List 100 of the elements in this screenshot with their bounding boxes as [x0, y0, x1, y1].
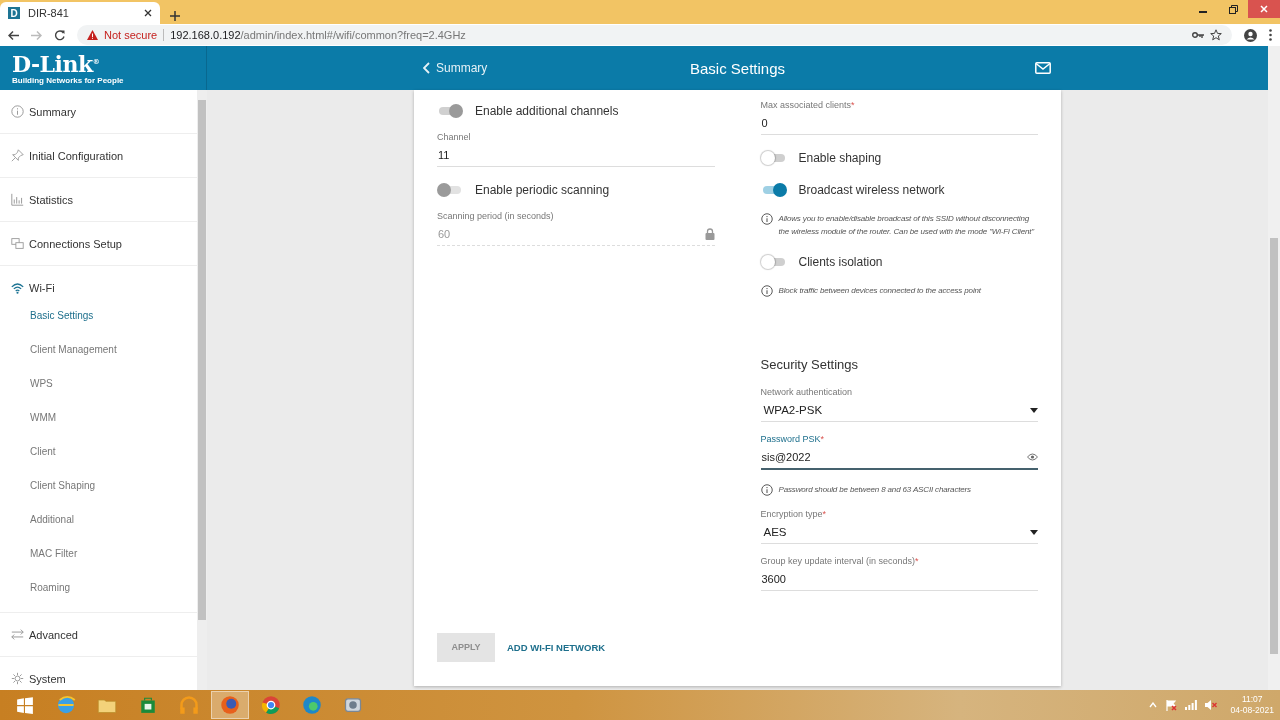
- toggle-switch[interactable]: [760, 254, 787, 270]
- dropdown[interactable]: WPA2-PSK: [760, 399, 1038, 422]
- mail-icon: [1035, 62, 1051, 74]
- chevron-left-icon: [423, 62, 430, 74]
- close-icon: [144, 9, 152, 17]
- clock-time: 11:07: [1241, 694, 1263, 705]
- store-icon: [139, 696, 157, 714]
- add-network-link[interactable]: ADD WI-FI NETWORK: [507, 641, 606, 653]
- hint-text: Allows you to enable/disable broadcast of this SSID without disconnecting the wireless module of the router. Can be used with the mode "Wi-Fi Client": [778, 213, 1036, 238]
- back-arrow-icon: [8, 29, 19, 41]
- section-heading: Security Settings: [760, 357, 860, 372]
- bookmark-button[interactable]: [1210, 29, 1222, 41]
- nav-subitem[interactable]: Basic Settings: [0, 298, 197, 332]
- plus-icon: [170, 11, 180, 21]
- nav-subitem[interactable]: Roaming: [0, 570, 197, 604]
- close-icon: [1260, 5, 1268, 13]
- key-icon: [1192, 31, 1204, 39]
- nav-item[interactable]: Summary: [29, 105, 77, 118]
- menu-button[interactable]: [1269, 29, 1272, 41]
- browser-tab[interactable]: D DIR-841: [0, 2, 160, 24]
- windows-icon: [11, 237, 24, 250]
- field-label: Encryption type*: [760, 508, 828, 521]
- more-icon: [1269, 29, 1272, 41]
- restore-icon: [1228, 4, 1238, 14]
- nav-subitem[interactable]: Additional: [0, 502, 197, 536]
- dropdown[interactable]: AES: [760, 521, 1038, 544]
- toggle-label: Broadcast wireless network: [798, 183, 945, 197]
- hint-text: Block traffic between devices connected to the access point: [778, 285, 981, 297]
- input-field[interactable]: 3600: [760, 568, 1038, 591]
- headphones-icon: [179, 695, 199, 715]
- nav-subitem[interactable]: WMM: [0, 400, 197, 434]
- forward-button[interactable]: [31, 29, 42, 41]
- clock-date: 04-08-2021: [1230, 705, 1274, 716]
- toggle-label: Enable periodic scanning: [475, 183, 610, 197]
- info-icon: [760, 484, 773, 496]
- nav-item[interactable]: Connections Setup: [29, 237, 122, 250]
- field-label: Channel: [437, 131, 472, 144]
- bar-chart-icon: [11, 193, 24, 206]
- sliders-icon: [11, 628, 24, 641]
- hint-text: Password should be between 8 and 63 ASCII characters: [778, 484, 971, 496]
- nav-subitem[interactable]: Client Shaping: [0, 468, 197, 502]
- browser-icon: [56, 695, 76, 715]
- gear-icon: [11, 672, 24, 685]
- reload-icon: [54, 29, 65, 41]
- pin-icon: [11, 149, 24, 162]
- flag-icon: [1164, 699, 1177, 711]
- toggle-label: Clients isolation: [798, 255, 883, 269]
- back-button[interactable]: [8, 29, 19, 41]
- wifi-icon: [11, 281, 24, 295]
- forward-arrow-icon: [31, 29, 42, 41]
- taskbar-button[interactable]: [211, 691, 249, 719]
- nav-item[interactable]: System: [29, 672, 66, 685]
- input-field[interactable]: 11: [437, 144, 715, 167]
- signal-icon: [1184, 700, 1197, 710]
- nav-subitem[interactable]: Client: [0, 434, 197, 468]
- info-icon: [760, 213, 773, 225]
- field-label: Password PSK*: [760, 433, 826, 446]
- eye-icon: [1027, 453, 1038, 461]
- page-title: Basic Settings: [690, 59, 785, 77]
- address-bar[interactable]: Not secure 192.168.0.192/admin/index.html#/wifi/common?freq=2.4GHz: [77, 25, 1232, 45]
- input-field[interactable]: 0: [760, 112, 1038, 135]
- reload-button[interactable]: [54, 29, 65, 41]
- nav-subitem[interactable]: Client Management: [0, 332, 197, 366]
- toggle-switch[interactable]: [760, 150, 787, 166]
- info-icon: [11, 105, 24, 118]
- new-tab-button[interactable]: [170, 11, 180, 21]
- nav-subitem[interactable]: MAC Filter: [0, 536, 197, 570]
- password-field[interactable]: sis@2022: [760, 446, 1038, 470]
- browser-icon: [220, 695, 240, 715]
- logo-name: D-Link$^{®}$: [12, 51, 101, 76]
- nav-item[interactable]: Initial Configuration: [29, 149, 124, 162]
- url-text: 192.168.0.192/admin/index.html#/wifi/common?freq=2.4GHz: [170, 29, 466, 41]
- app-icon: [343, 695, 363, 715]
- browser-icon: [302, 695, 322, 715]
- info-icon: [760, 285, 773, 297]
- logo-tagline: Building Networks for People: [12, 76, 125, 86]
- password-key-button[interactable]: [1192, 31, 1204, 39]
- nav-subitem[interactable]: WPS: [0, 366, 197, 400]
- notifications-button[interactable]: [1035, 62, 1051, 74]
- nav-item[interactable]: Advanced: [29, 628, 78, 641]
- browser-icon: [261, 695, 281, 715]
- star-icon: [1210, 29, 1222, 41]
- caret-icon: [1030, 529, 1038, 535]
- field-label: Network authentication: [760, 386, 854, 399]
- chevron-up-icon: [1148, 702, 1157, 708]
- scrollbar[interactable]: [197, 90, 207, 690]
- field-label: Max associated clients*: [760, 99, 856, 112]
- warning-icon: [87, 30, 98, 40]
- field-label: Scanning period (in seconds): [437, 210, 555, 223]
- lock-icon: [704, 228, 715, 240]
- caret-icon: [1030, 407, 1038, 413]
- security-label: Not secure: [104, 29, 158, 41]
- account-icon: [1244, 28, 1257, 42]
- nav-item[interactable]: Statistics: [29, 193, 73, 206]
- nav-item[interactable]: Wi-Fi: [29, 282, 55, 294]
- scrollbar[interactable]: [1268, 46, 1280, 690]
- profile-button[interactable]: [1244, 28, 1257, 42]
- toggle-label: Enable additional channels: [475, 104, 619, 118]
- toggle-label: Enable shaping: [798, 151, 882, 165]
- back-link[interactable]: Summary: [423, 61, 488, 75]
